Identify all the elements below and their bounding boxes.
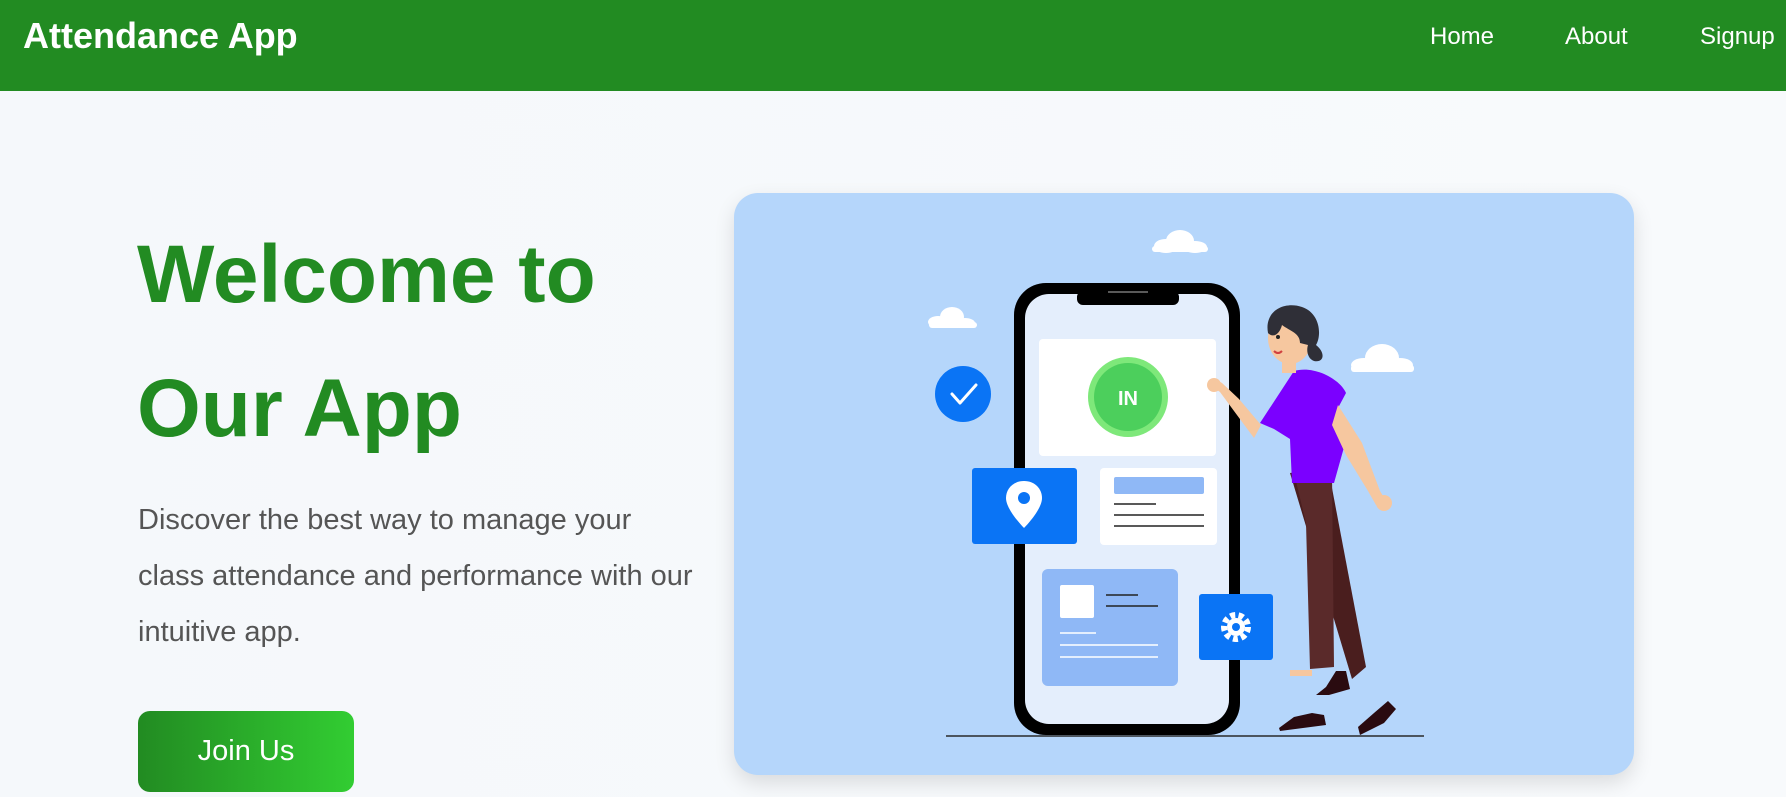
hero-description: Discover the best way to manage your cla… (138, 504, 693, 648)
check-icon (935, 366, 991, 422)
hero-illustration: IN (734, 193, 1634, 775)
check-in-label: IN (1118, 388, 1138, 410)
phone-notch (1077, 291, 1179, 305)
cloud-icon (1351, 344, 1414, 372)
nav-link-about[interactable]: About (1565, 22, 1628, 52)
nav-link-signup[interactable]: Signup (1700, 22, 1775, 52)
cloud-icon (1152, 230, 1208, 253)
location-pin-icon (972, 468, 1077, 544)
app-brand[interactable]: Attendance App (23, 16, 298, 56)
illustration-svg: IN (928, 230, 1424, 737)
hero-title: Welcome to Our App (137, 208, 697, 476)
nav-link-home[interactable]: Home (1430, 22, 1494, 52)
top-navbar: Attendance App Home About Signup (0, 0, 1786, 91)
hero-title-line-1: Welcome to (137, 229, 596, 320)
cloud-icon (928, 307, 977, 328)
gear-icon (1199, 594, 1273, 660)
join-us-button[interactable]: Join Us (138, 711, 354, 792)
hero-title-line-2: Our App (137, 363, 462, 454)
